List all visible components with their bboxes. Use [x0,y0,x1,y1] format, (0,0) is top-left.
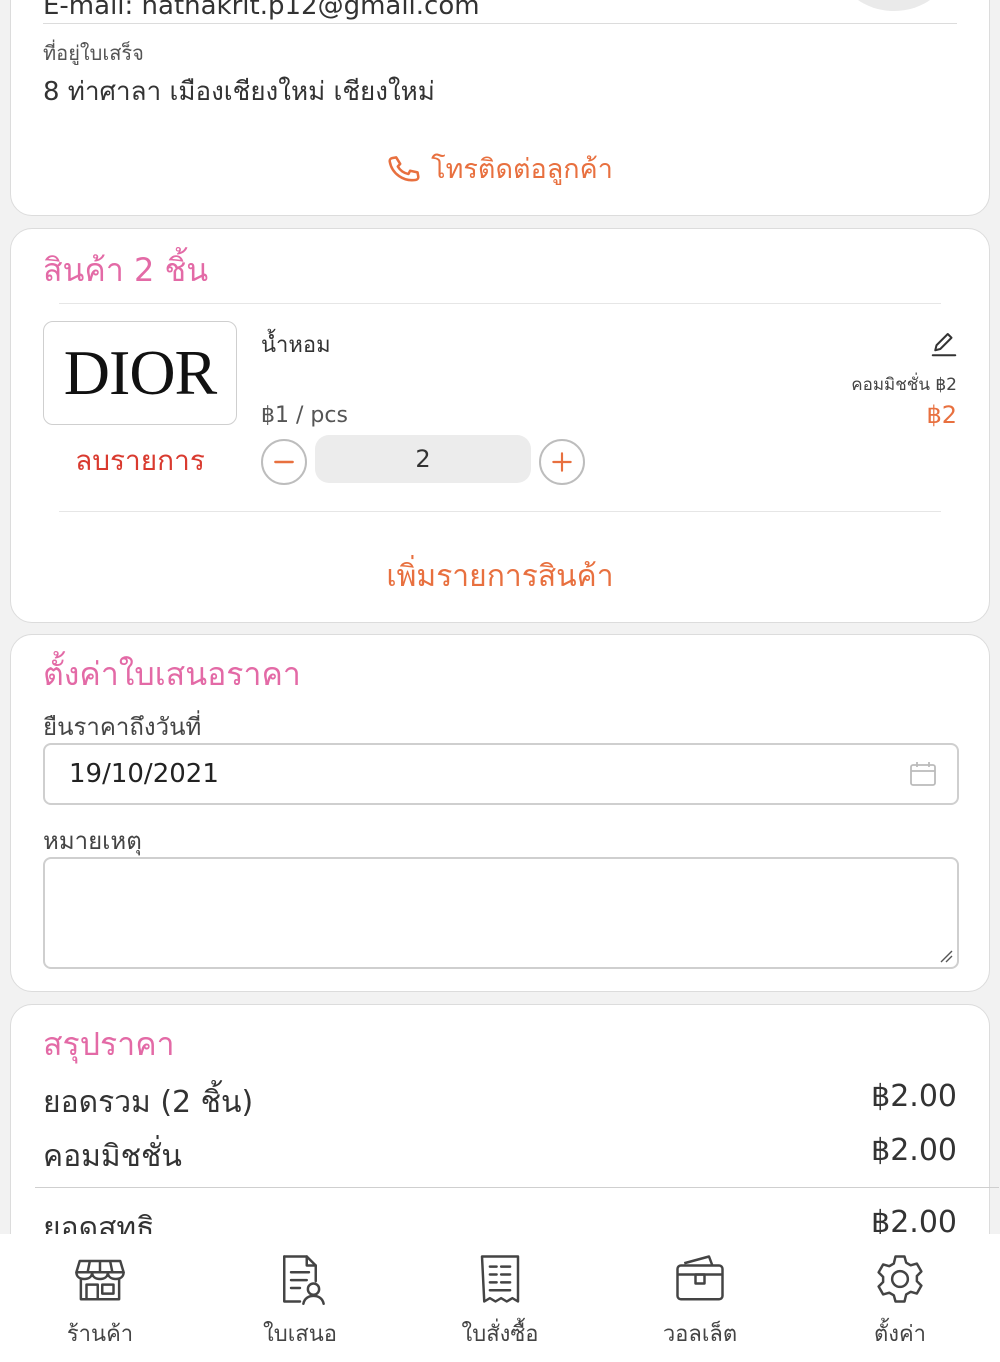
edit-pencil-icon[interactable] [929,329,959,359]
add-product-button[interactable]: เพิ่มรายการสินค้า [11,553,989,600]
nav-label-wallet: วอลเล็ต [662,1322,738,1347]
commission-label: คอมมิชชั่น [43,1139,182,1174]
subtotal-value: ฿2.00 [871,1079,957,1114]
valid-until-value: 19/10/2021 [69,759,219,789]
call-customer-label: โทรติดต่อลูกค้า [431,154,613,185]
price-summary-card: สรุปราคา ยอดรวม (2 ชิ้น) ฿2.00 คอมมิชชั่… [10,1004,999,1264]
product-name: น้ำหอม [261,333,331,358]
avatar [839,0,949,11]
nav-item-store[interactable]: ร้านค้า [0,1234,200,1362]
decrease-quantity-button[interactable] [261,439,307,485]
receipt-icon [480,1255,520,1303]
subtotal-label: ยอดรวม (2 ชิ้น) [43,1085,254,1120]
plus-icon [552,452,572,472]
nav-label-store: ร้านค้า [66,1322,134,1347]
product-unit-price: ฿1 / pcs [261,403,348,428]
nav-item-quotes[interactable]: ใบเสนอ [200,1234,400,1362]
valid-until-label: ยืนราคาถึงวันที่ [43,713,202,741]
divider [59,303,941,304]
customer-card: E-mail: nathakrit.p12@gmail.com ที่อยู่ใ… [10,0,990,216]
divider [59,511,941,512]
delete-item-button[interactable]: ลบรายการ [43,439,237,483]
commission-value: ฿2.00 [871,1133,957,1168]
address-value: 8 ท่าศาลา เมืองเชียงใหม่ เชียงใหม่ [43,77,435,107]
nav-label-quotes: ใบเสนอ [263,1322,337,1347]
minus-icon [274,460,294,464]
products-title: สินค้า 2 ชิ้น [43,251,209,289]
address-label: ที่อยู่ใบเสร็จ [43,41,144,65]
call-customer-button[interactable]: โทรติดต่อลูกค้า [11,147,989,190]
nav-label-settings: ตั้งค่า [873,1322,927,1347]
valid-until-date-input[interactable]: 19/10/2021 [43,743,959,805]
summary-row-commission: คอมมิชชั่น ฿2.00 [43,1133,957,1180]
quantity-input[interactable]: 2 [315,435,531,483]
nav-label-orders: ใบสั่งซื้อ [461,1322,539,1347]
divider [43,23,957,24]
summary-row-subtotal: ยอดรวม (2 ชิ้น) ฿2.00 [43,1079,957,1126]
products-card: สินค้า 2 ชิ้น DIOR ลบรายการ น้ำหอม ฿1 / … [10,228,990,623]
note-textarea[interactable] [43,857,959,969]
nav-item-orders[interactable]: ใบสั่งซื้อ [400,1234,600,1362]
nav-item-settings[interactable]: ตั้งค่า [800,1234,1000,1362]
gear-icon [877,1255,923,1303]
resize-handle-icon[interactable] [939,949,953,963]
quote-settings-card: ตั้งค่าใบเสนอราคา ยืนราคาถึงวันที่ 19/10… [10,634,990,992]
quote-document-icon [283,1255,325,1305]
nav-item-wallet[interactable]: วอลเล็ต [600,1234,800,1362]
product-total: ฿2 [926,401,957,429]
calendar-icon[interactable] [909,761,937,787]
product-thumbnail: DIOR [43,321,237,425]
quote-settings-title: ตั้งค่าใบเสนอราคา [43,655,301,693]
store-icon [75,1259,125,1301]
price-summary-title: สรุปราคา [43,1025,175,1063]
divider [35,1187,999,1188]
bottom-navigation: ร้านค้า ใบเสนอ ใบสั่งซื้อ วอลเล็ต ตั้งค่… [0,1234,1000,1362]
note-label: หมายเหตุ [43,827,142,855]
customer-email: E-mail: nathakrit.p12@gmail.com [43,0,480,21]
wallet-icon [676,1255,724,1301]
increase-quantity-button[interactable] [539,439,585,485]
product-commission: คอมมิชชั่น ฿2 [851,375,957,395]
product-thumbnail-logo: DIOR [63,337,217,408]
phone-icon [388,155,420,181]
